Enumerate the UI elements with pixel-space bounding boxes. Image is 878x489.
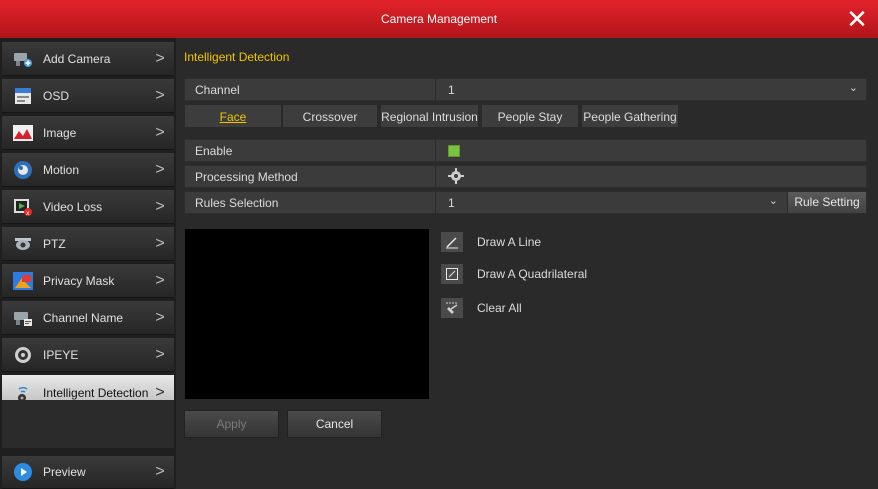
- sidebar-item-label: Channel Name: [43, 310, 124, 325]
- chevron-right-icon: >: [155, 49, 165, 67]
- chevron-down-icon: ⌄: [768, 195, 778, 207]
- video-preview[interactable]: [185, 229, 429, 399]
- draw-quadrilateral-label: Draw A Quadrilateral: [477, 267, 588, 281]
- rules-row: Rules Selection 1 ⌄ Rule Setting: [184, 191, 867, 214]
- channel-row: Channel 1 ⌄: [184, 78, 867, 101]
- sidebar-spacer: [2, 400, 174, 448]
- preview-icon: [13, 462, 33, 482]
- chevron-right-icon: >: [155, 197, 165, 215]
- enable-row: Enable: [184, 139, 867, 162]
- chevron-right-icon: >: [155, 234, 165, 252]
- motion-icon: [13, 160, 33, 180]
- svg-text:x: x: [26, 210, 30, 217]
- clear-all-icon: [441, 298, 463, 318]
- detection-tabs: Face Crossover Regional Intrusion People…: [184, 104, 867, 128]
- rules-label: Rules Selection: [195, 196, 279, 210]
- video-loss-icon: x: [13, 197, 33, 217]
- ptz-icon: [13, 234, 33, 254]
- rules-value: 1: [448, 196, 455, 210]
- tab-crossover[interactable]: Crossover: [282, 104, 378, 128]
- tab-label: Regional Intrusion: [381, 110, 478, 124]
- processing-row: Processing Method: [184, 165, 867, 188]
- sidebar-item-add-camera[interactable]: Add Camera >: [2, 42, 174, 76]
- sidebar-item-label: Video Loss: [43, 199, 103, 214]
- rule-setting-button[interactable]: Rule Setting: [787, 192, 866, 213]
- sidebar-item-label: Add Camera: [43, 51, 111, 66]
- sidebar-item-video-loss[interactable]: x Video Loss >: [2, 190, 174, 224]
- tab-face[interactable]: Face: [184, 104, 282, 128]
- sidebar-item-osd[interactable]: OSD >: [2, 79, 174, 113]
- enable-cell: [435, 140, 866, 161]
- cancel-button[interactable]: Cancel: [287, 410, 382, 438]
- sidebar-item-label: Preview: [43, 465, 86, 479]
- image-icon: [13, 123, 33, 143]
- chevron-right-icon: >: [155, 463, 165, 480]
- ipeye-icon: [13, 345, 33, 365]
- enable-label: Enable: [195, 144, 233, 158]
- sidebar-item-label: PTZ: [43, 236, 66, 251]
- chevron-right-icon: >: [155, 271, 165, 289]
- add-camera-icon: [13, 49, 33, 69]
- tab-label: People Stay: [497, 110, 563, 124]
- channel-label: Channel: [195, 83, 240, 97]
- gear-icon[interactable]: [448, 168, 464, 187]
- sidebar-item-label: Image: [43, 125, 77, 140]
- main-panel: Intelligent Detection Channel 1 ⌄ Face C…: [176, 38, 878, 489]
- draw-quadrilateral-tool[interactable]: Draw A Quadrilateral: [441, 263, 587, 285]
- enable-checkbox[interactable]: [448, 145, 460, 157]
- chevron-right-icon: >: [155, 160, 165, 178]
- sidebar-item-label: Motion: [43, 162, 80, 177]
- tab-label: Crossover: [302, 110, 358, 124]
- window-title: Camera Management: [380, 12, 498, 26]
- chevron-right-icon: >: [155, 345, 165, 363]
- tab-label: People Gathering: [583, 110, 677, 124]
- section-title: Intelligent Detection: [184, 50, 290, 64]
- rules-select[interactable]: 1 ⌄ Rule Setting: [435, 192, 866, 213]
- draw-line-label: Draw A Line: [477, 235, 542, 249]
- clear-all-tool[interactable]: Clear All: [441, 297, 522, 319]
- draw-line-tool[interactable]: Draw A Line: [441, 231, 541, 253]
- clear-all-label: Clear All: [477, 301, 522, 315]
- sidebar-item-label: OSD: [43, 88, 70, 103]
- tab-label: Face: [219, 110, 247, 124]
- sidebar-item-image[interactable]: Image >: [2, 116, 174, 150]
- sidebar-item-label: Intelligent Detection: [43, 385, 149, 400]
- tab-people-gathering[interactable]: People Gathering: [581, 104, 679, 128]
- sidebar-item-preview[interactable]: Preview >: [2, 456, 174, 489]
- osd-icon: [13, 86, 33, 106]
- sidebar-item-label: IPEYE: [43, 347, 79, 362]
- channel-name-icon: [13, 308, 33, 328]
- processing-label: Processing Method: [195, 170, 298, 184]
- sidebar: Add Camera > OSD > Image > Motion > x Vi…: [0, 38, 176, 489]
- draw-quadrilateral-icon: [441, 264, 463, 284]
- apply-button[interactable]: Apply: [184, 410, 279, 438]
- tab-people-stay[interactable]: People Stay: [481, 104, 579, 128]
- processing-cell: [435, 166, 866, 187]
- sidebar-item-ipeye[interactable]: IPEYE >: [2, 338, 174, 372]
- sidebar-item-privacy-mask[interactable]: Privacy Mask >: [2, 264, 174, 298]
- chevron-right-icon: >: [155, 308, 165, 326]
- chevron-right-icon: >: [155, 123, 165, 141]
- chevron-down-icon: ⌄: [848, 82, 858, 94]
- privacy-mask-icon: [13, 271, 33, 291]
- channel-value: 1: [448, 83, 455, 97]
- sidebar-item-ptz[interactable]: PTZ >: [2, 227, 174, 261]
- chevron-right-icon: >: [155, 383, 165, 401]
- sidebar-item-channel-name[interactable]: Channel Name >: [2, 301, 174, 335]
- title-bar: Camera Management ✕: [0, 0, 878, 38]
- chevron-right-icon: >: [155, 86, 165, 104]
- sidebar-item-motion[interactable]: Motion >: [2, 153, 174, 187]
- channel-select[interactable]: 1 ⌄: [435, 79, 866, 100]
- draw-line-icon: [441, 232, 463, 252]
- tab-regional-intrusion[interactable]: Regional Intrusion: [380, 104, 479, 128]
- sidebar-item-label: Privacy Mask: [43, 273, 115, 288]
- close-button[interactable]: ✕: [842, 4, 872, 34]
